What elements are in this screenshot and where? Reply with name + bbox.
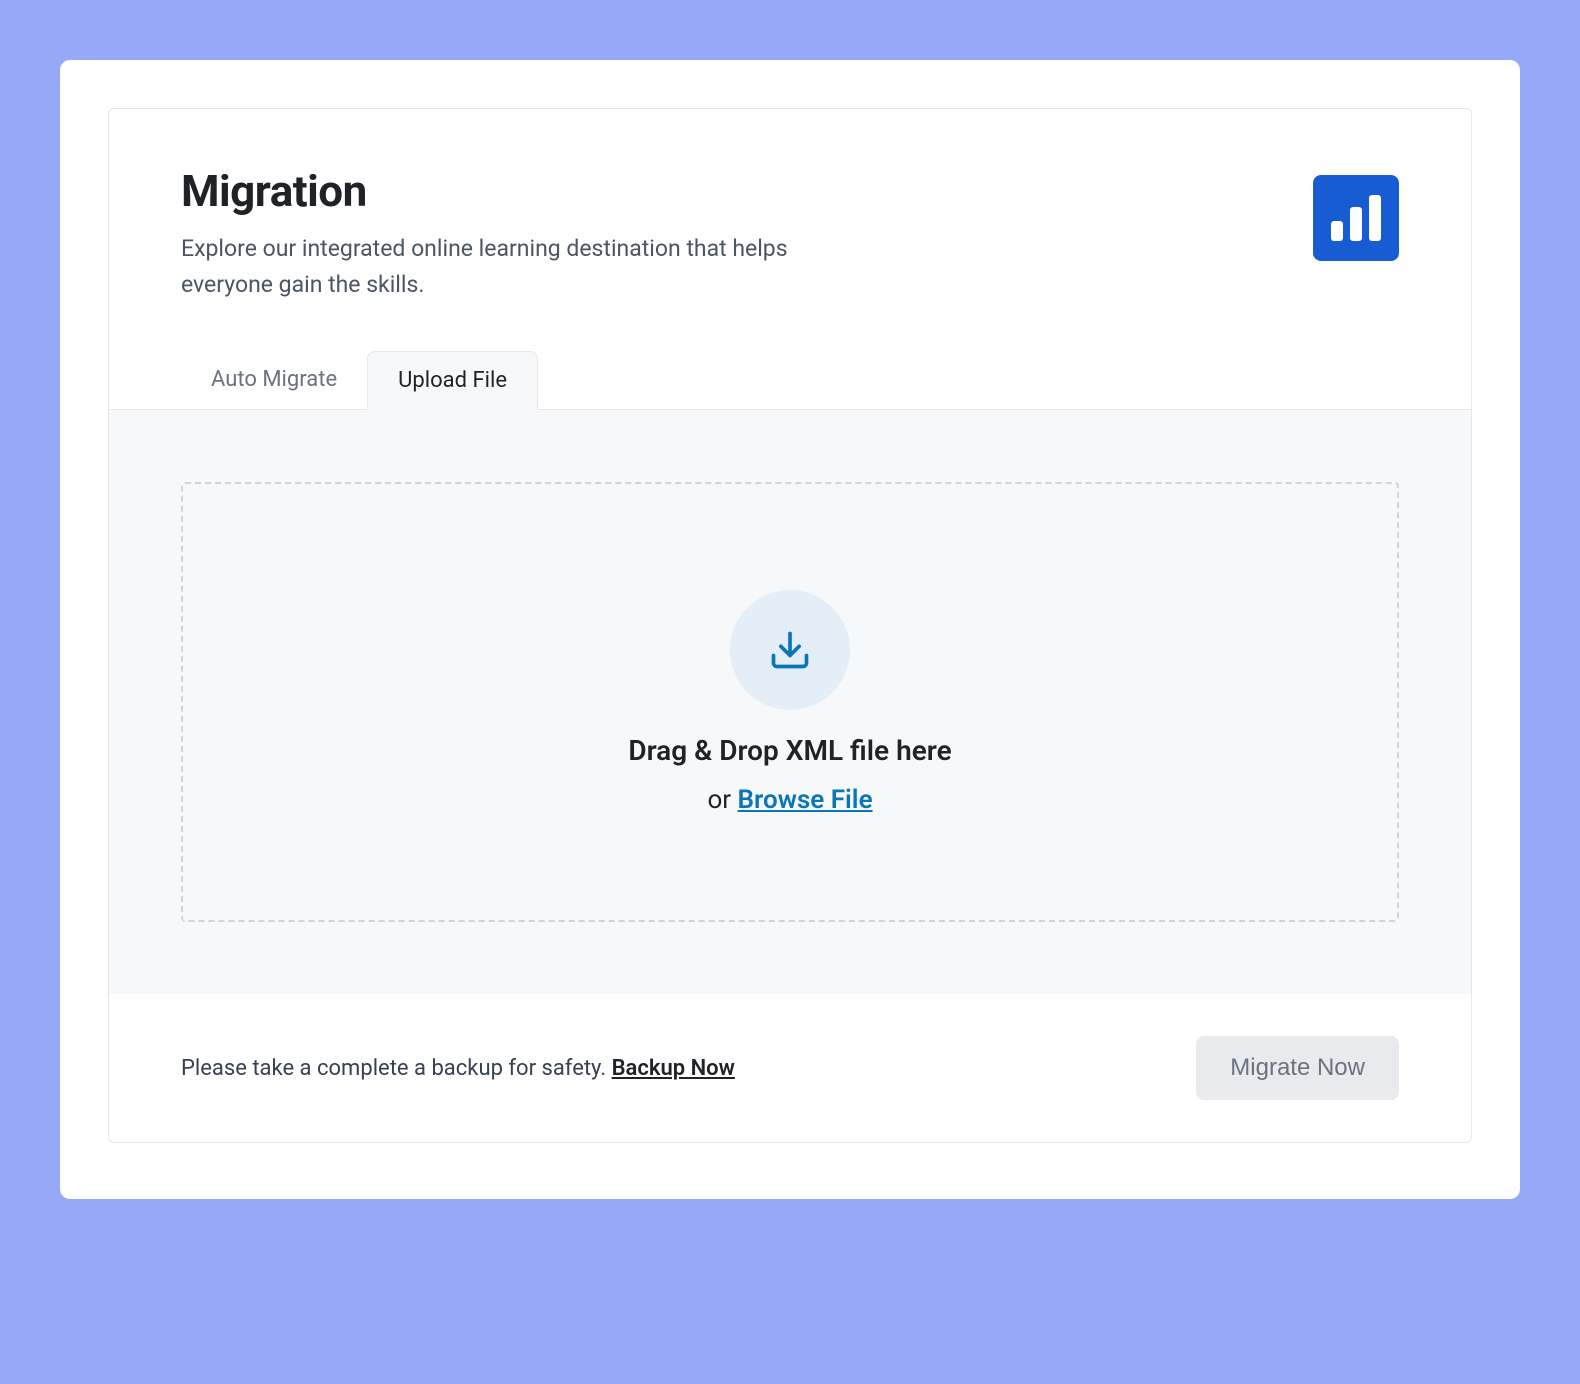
page-title: Migration: [181, 165, 881, 217]
dropzone-or: or: [707, 785, 731, 815]
card-header: Migration Explore our integrated online …: [109, 109, 1471, 302]
bar-chart-icon: [1313, 175, 1399, 261]
outer-card: Migration Explore our integrated online …: [60, 60, 1520, 1199]
dropzone-title: Drag & Drop XML file here: [628, 734, 951, 767]
dropzone-subtext: or Browse File: [707, 785, 872, 815]
tabs: Auto Migrate Upload File: [109, 350, 1471, 410]
page-subtitle: Explore our integrated online learning d…: [181, 231, 881, 302]
download-icon: [730, 590, 850, 710]
tab-upload-file[interactable]: Upload File: [367, 351, 538, 410]
file-dropzone[interactable]: Drag & Drop XML file here or Browse File: [181, 482, 1399, 922]
tab-body: Drag & Drop XML file here or Browse File: [109, 410, 1471, 994]
card-footer: Please take a complete a backup for safe…: [109, 994, 1471, 1142]
migrate-now-button[interactable]: Migrate Now: [1196, 1036, 1399, 1100]
backup-now-link[interactable]: Backup Now: [612, 1056, 735, 1081]
footer-text: Please take a complete a backup for safe…: [181, 1056, 735, 1081]
header-text: Migration Explore our integrated online …: [181, 165, 881, 302]
migration-card: Migration Explore our integrated online …: [108, 108, 1472, 1143]
browse-file-link[interactable]: Browse File: [738, 785, 873, 815]
tab-auto-migrate[interactable]: Auto Migrate: [181, 351, 367, 410]
backup-message: Please take a complete a backup for safe…: [181, 1056, 606, 1081]
